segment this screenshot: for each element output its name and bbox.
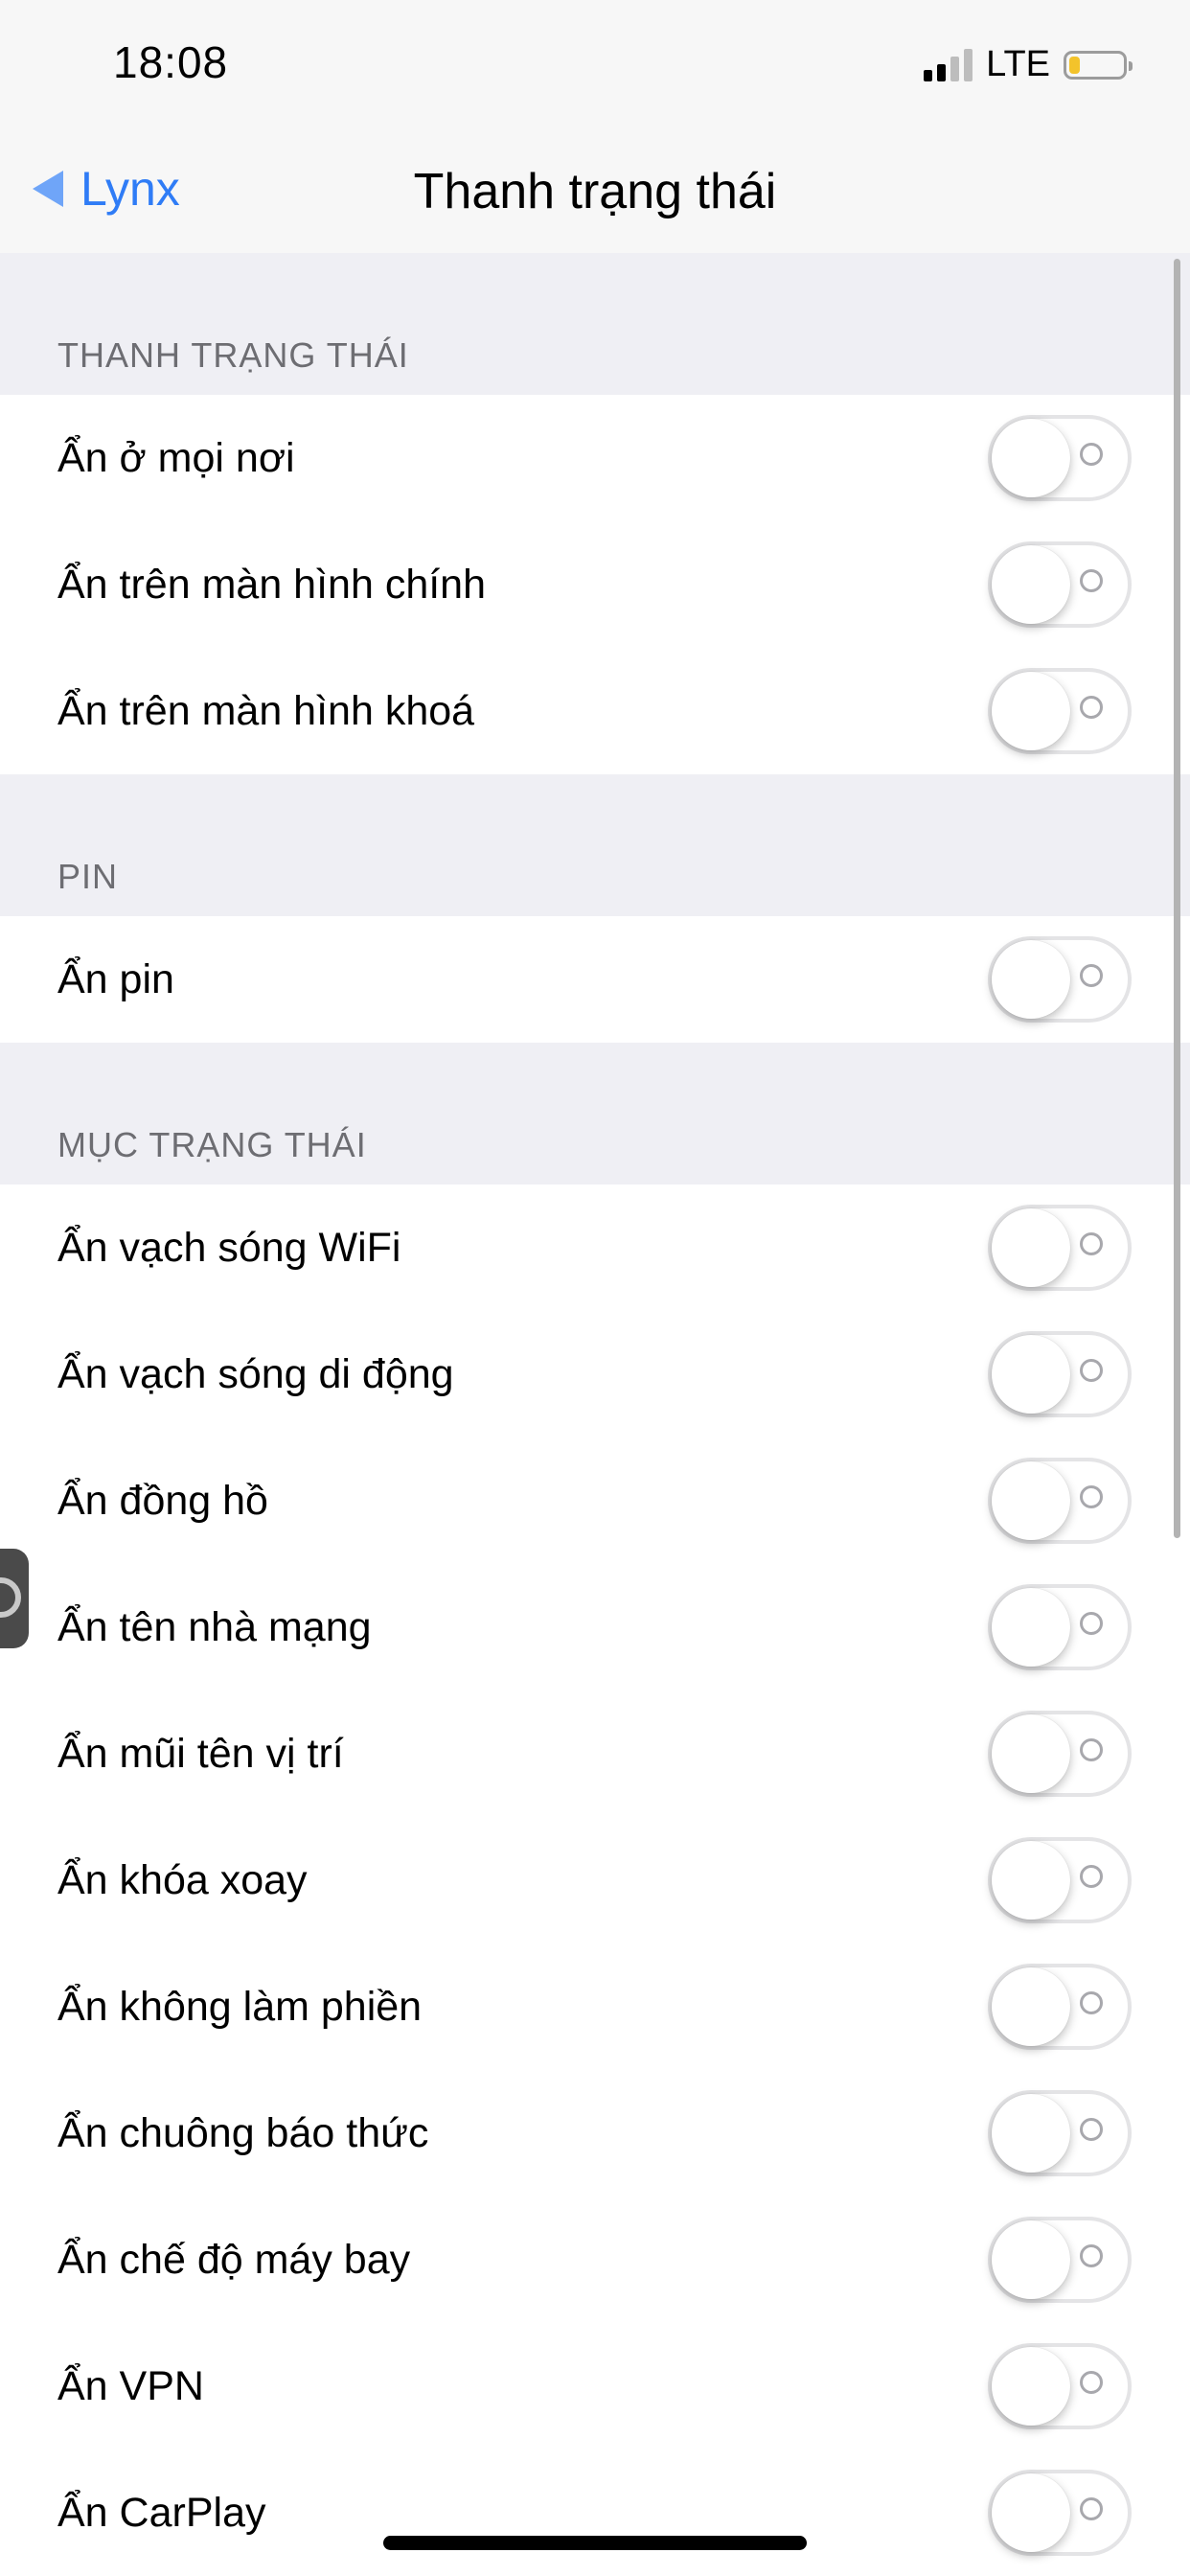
settings-row[interactable]: Ẩn CarPlay [0,2450,1190,2576]
toggle-switch[interactable] [988,1458,1132,1544]
toggle-switch[interactable] [988,2090,1132,2176]
toggle-knob [992,2473,1070,2552]
status-bar: 18:08 LTE [0,0,1190,126]
row-label: Ẩn tên nhà mạng [57,1604,372,1650]
section-group-status-items: Ẩn vạch sóng WiFi Ẩn vạch sóng di động Ẩ… [0,1184,1190,2576]
section-header-battery: PIN [57,857,119,896]
settings-row[interactable]: Ẩn ở mọi nơi [0,395,1190,521]
toggle-off-icon [1080,1991,1103,2014]
settings-row[interactable]: Ẩn trên màn hình khoá [0,648,1190,774]
toggle-switch[interactable] [988,2470,1132,2556]
toggle-switch[interactable] [988,1584,1132,1670]
toggle-knob [992,1841,1070,1920]
toggle-off-icon [1080,964,1103,987]
toggle-knob [992,2094,1070,2173]
battery-level [1069,56,1080,74]
row-label: Ẩn không làm phiền [57,1984,423,2030]
section-group-status-bar: Ẩn ở mọi nơi Ẩn trên màn hình chính Ẩn t… [0,395,1190,774]
toggle-knob [992,1461,1070,1540]
battery-icon [1064,50,1133,80]
toggle-knob [992,672,1070,750]
toggle-switch[interactable] [988,415,1132,501]
settings-row[interactable]: Ẩn khóa xoay [0,1817,1190,1944]
row-label: Ẩn đồng hồ [57,1478,268,1524]
home-indicator[interactable] [383,2536,807,2550]
toggle-knob [992,419,1070,497]
toggle-off-icon [1080,1485,1103,1508]
toggle-off-icon [1080,1612,1103,1635]
row-label: Ẩn ở mọi nơi [57,435,295,481]
settings-row[interactable]: Ẩn đồng hồ [0,1438,1190,1564]
toggle-off-icon [1080,2244,1103,2267]
toggle-switch[interactable] [988,1837,1132,1923]
status-time: 18:08 [113,37,229,87]
settings-row[interactable]: Ẩn tên nhà mạng [0,1564,1190,1690]
row-label: Ẩn trên màn hình chính [57,562,487,608]
toggle-off-icon [1080,1865,1103,1888]
row-label: Ẩn vạch sóng WiFi [57,1225,401,1271]
cellular-signal-icon [924,48,973,81]
row-label: Ẩn pin [57,956,174,1002]
toggle-knob [992,545,1070,624]
toggle-knob [992,2347,1070,2426]
settings-list[interactable]: THANH TRẠNG THÁI Ẩn ở mọi nơi Ẩn trên mà… [0,253,1190,2576]
section-header-status-bar: THANH TRẠNG THÁI [57,335,409,375]
toggle-off-icon [1080,569,1103,592]
row-label: Ẩn VPN [57,2363,204,2409]
toggle-off-icon [1080,2118,1103,2141]
assistive-touch-icon [0,1577,21,1618]
settings-row[interactable]: Ẩn chế độ máy bay [0,2196,1190,2323]
toggle-switch[interactable] [988,541,1132,628]
row-label: Ẩn chế độ máy bay [57,2237,411,2283]
toggle-switch[interactable] [988,1205,1132,1291]
settings-row[interactable]: Ẩn VPN [0,2323,1190,2450]
toggle-switch[interactable] [988,1711,1132,1797]
row-label: Ẩn CarPlay [57,2490,266,2536]
row-label: Ẩn khóa xoay [57,1857,308,1903]
toggle-knob [992,1588,1070,1667]
toggle-switch[interactable] [988,1964,1132,2050]
settings-row[interactable]: Ẩn pin [0,916,1190,1043]
toggle-off-icon [1080,2497,1103,2520]
settings-row[interactable]: Ẩn vạch sóng WiFi [0,1184,1190,1311]
toggle-knob [992,1208,1070,1287]
toggle-off-icon [1080,443,1103,466]
toggle-off-icon [1080,1359,1103,1382]
toggle-knob [992,1967,1070,2046]
toggle-knob [992,940,1070,1019]
scrollbar[interactable] [1174,259,1180,1538]
settings-row[interactable]: Ẩn mũi tên vị trí [0,1690,1190,1817]
toggle-knob [992,1335,1070,1414]
row-label: Ẩn chuông báo thức [57,2110,429,2156]
toggle-off-icon [1080,1738,1103,1761]
status-indicators: LTE [924,44,1133,85]
page-title: Thanh trạng thái [413,164,777,219]
toggle-knob [992,1714,1070,1793]
toggle-off-icon [1080,696,1103,719]
row-label: Ẩn trên màn hình khoá [57,688,475,734]
row-label: Ẩn mũi tên vị trí [57,1731,344,1777]
toggle-off-icon [1080,1232,1103,1255]
settings-row[interactable]: Ẩn chuông báo thức [0,2070,1190,2196]
section-group-battery: Ẩn pin [0,916,1190,1043]
toggle-off-icon [1080,2371,1103,2394]
section-header-status-items: MỤC TRẠNG THÁI [57,1125,367,1164]
network-type-label: LTE [986,44,1050,84]
toggle-switch[interactable] [988,2343,1132,2429]
navigation-bar: Lynx Thanh trạng thái [0,126,1190,253]
row-label: Ẩn vạch sóng di động [57,1351,454,1397]
toggle-switch[interactable] [988,668,1132,754]
settings-row[interactable]: Ẩn vạch sóng di động [0,1311,1190,1438]
settings-row[interactable]: Ẩn không làm phiền [0,1944,1190,2070]
toggle-switch[interactable] [988,2217,1132,2303]
toggle-knob [992,2220,1070,2299]
toggle-switch[interactable] [988,1331,1132,1417]
assistive-touch-button[interactable] [0,1549,29,1648]
settings-row[interactable]: Ẩn trên màn hình chính [0,521,1190,648]
toggle-switch[interactable] [988,936,1132,1023]
